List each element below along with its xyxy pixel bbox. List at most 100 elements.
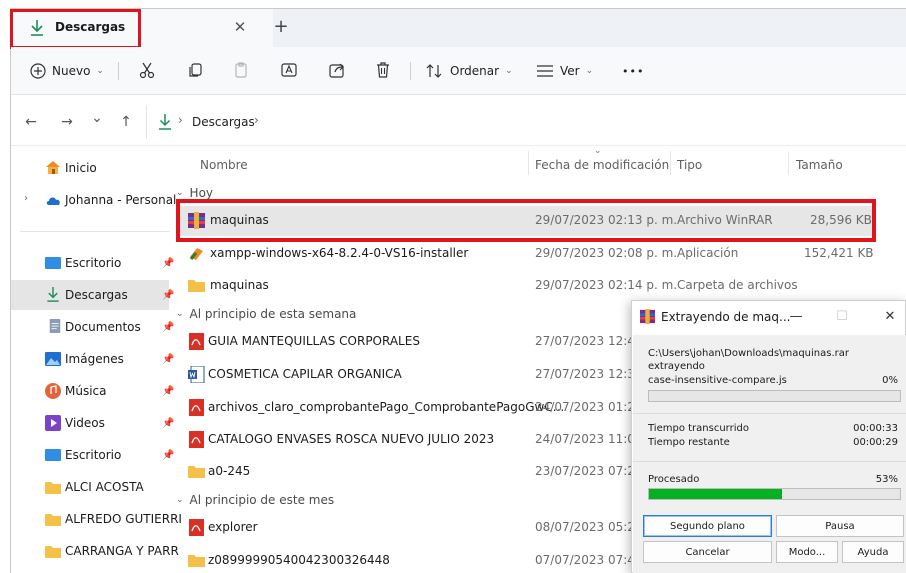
toolbar-separator [118, 62, 119, 80]
elapsed-label: Tiempo transcurrido [648, 423, 749, 434]
file-name: z08999990540042300326448 [208, 553, 390, 567]
chevron-down-icon: ⌄ [176, 495, 184, 505]
sidebar-item-inicio[interactable]: Inicio [11, 153, 171, 183]
sidebar-item-label: Inicio [65, 161, 97, 175]
column-header-size[interactable]: Tamaño [796, 158, 843, 172]
pdf-icon [189, 431, 204, 448]
highlight-box-tab [10, 9, 141, 49]
remaining-value: 00:00:29 [853, 437, 898, 448]
group-header-este-mes[interactable]: ⌄ Al principio de este mes [176, 493, 334, 507]
sort-icon [426, 64, 442, 78]
column-header-name[interactable]: Nombre [200, 158, 248, 172]
maximize-button[interactable]: ☐ [832, 307, 852, 327]
scissors-icon [139, 62, 155, 79]
file-size: 152,421 KB [804, 246, 874, 260]
sort-button[interactable]: Ordenar ⌄ [426, 59, 513, 83]
file-name: explorer [208, 520, 258, 534]
archive-path: C:\Users\johan\Downloads\maquinas.rar [648, 348, 849, 359]
sidebar-item-carranga[interactable]: CARRANGA Y PARR [11, 536, 179, 566]
up-button[interactable]: ↑ [117, 112, 135, 132]
sidebar-item-escritorio-2[interactable]: Escritorio 📌 [11, 440, 174, 470]
new-button[interactable]: Nuevo ⌄ [30, 59, 104, 83]
minimize-button[interactable]: — [786, 307, 806, 327]
forward-button[interactable]: → [58, 112, 76, 132]
pause-button[interactable]: Pausa [776, 515, 904, 537]
copy-button[interactable] [184, 59, 206, 81]
rename-icon [281, 63, 297, 77]
sidebar-item-imagenes[interactable]: Imágenes 📌 [11, 344, 175, 374]
pause-button-label: Pausa [825, 520, 855, 532]
rename-button[interactable] [278, 59, 300, 81]
column-divider[interactable] [528, 151, 529, 175]
toolbar-separator [410, 62, 411, 80]
more-options-button[interactable]: ••• [622, 59, 644, 83]
back-button[interactable]: ← [22, 112, 40, 132]
group-header-hoy[interactable]: ⌄ Hoy [176, 186, 213, 200]
sidebar-item-label: Documentos [65, 320, 141, 334]
winrar-icon [640, 309, 655, 324]
address-bar[interactable] [146, 105, 906, 139]
dialog-divider [633, 413, 906, 414]
column-divider[interactable] [788, 151, 789, 175]
file-row[interactable]: xampp-windows-x64-8.2.4-0-VS16-installer… [176, 239, 876, 269]
chevron-down-icon: ⌄ [176, 309, 184, 319]
file-row[interactable]: maquinas 29/07/2023 02:14 p. m. Carpeta … [176, 271, 876, 301]
dialog-title: Extrayendo de maq... [661, 309, 791, 324]
breadcrumb-separator: › [178, 113, 183, 127]
processed-percent: 53% [875, 474, 898, 485]
sidebar-item-label: ALCI ACOSTA [65, 480, 144, 494]
pin-icon: 📌 [162, 417, 175, 429]
pdf-icon [189, 399, 204, 416]
copy-icon [189, 63, 202, 77]
folder-icon [188, 466, 205, 478]
sidebar-item-musica[interactable]: Música 📌 [11, 376, 174, 406]
documents-icon [49, 319, 61, 333]
sidebar-item-onedrive[interactable]: Johanna - Personal [11, 185, 176, 215]
cancel-button[interactable]: Cancelar [643, 541, 772, 563]
delete-button[interactable] [372, 59, 394, 81]
sidebar-item-documentos[interactable]: Documentos 📌 [11, 312, 174, 342]
sidebar-divider [20, 231, 170, 232]
paste-button[interactable] [230, 59, 252, 81]
sidebar-item-escritorio[interactable]: Escritorio 📌 [11, 248, 174, 278]
column-header-type[interactable]: Tipo [677, 158, 702, 172]
share-button[interactable] [326, 59, 348, 81]
chevron-down-icon: ⌄ [505, 66, 513, 76]
file-name: maquinas [210, 278, 269, 292]
help-button[interactable]: Ayuda [842, 541, 904, 563]
dialog-divider [633, 461, 906, 462]
view-button[interactable]: Ver ⌄ [536, 59, 593, 83]
sidebar-item-videos[interactable]: Videos 📌 [11, 408, 175, 438]
file-date: 29/07/2023 02:14 p. m. [535, 278, 678, 292]
plus-circle-icon [30, 63, 46, 79]
new-button-label: Nuevo [52, 64, 91, 78]
home-icon [46, 161, 60, 174]
sidebar-item-label: ALFREDO GUTIERRI [65, 512, 182, 526]
sidebar-item-label: Videos [65, 416, 105, 430]
sidebar-item-label: Imágenes [65, 352, 124, 366]
pin-icon: 📌 [162, 289, 175, 301]
breadcrumb-separator[interactable]: › [254, 113, 259, 127]
word-icon [188, 366, 205, 383]
breadcrumb-descargas[interactable]: Descargas [192, 115, 255, 129]
mode-button[interactable]: Modo... [776, 541, 838, 563]
tab-close-icon[interactable]: ✕ [230, 16, 250, 38]
close-button[interactable]: ✕ [880, 307, 900, 327]
highlight-box-row [176, 199, 876, 242]
column-header-date[interactable]: Fecha de modificación [535, 158, 669, 172]
new-tab-button[interactable]: + [270, 16, 292, 38]
file-name: a0-245 [208, 464, 251, 478]
pin-icon: 📌 [162, 353, 175, 365]
group-header-esta-semana[interactable]: ⌄ Al principio de esta semana [176, 307, 356, 321]
sidebar-item-alci-acosta[interactable]: ALCI ACOSTA [11, 472, 171, 502]
folder-icon [188, 555, 205, 567]
column-divider[interactable] [670, 151, 671, 175]
chevron-down-icon: ⌄ [96, 66, 104, 76]
dialog-title-bar[interactable]: Extrayendo de maq... [640, 309, 790, 324]
cut-button[interactable] [136, 59, 158, 81]
file-name: xampp-windows-x64-8.2.4-0-VS16-installer [210, 246, 469, 260]
background-button[interactable]: Segundo plano [643, 515, 772, 537]
sidebar-item-descargas[interactable]: Descargas 📌 [11, 280, 174, 310]
sidebar-item-alfredo-gutierri[interactable]: ALFREDO GUTIERRI [11, 504, 182, 534]
recent-locations-button[interactable]: ⌄ [88, 108, 106, 128]
